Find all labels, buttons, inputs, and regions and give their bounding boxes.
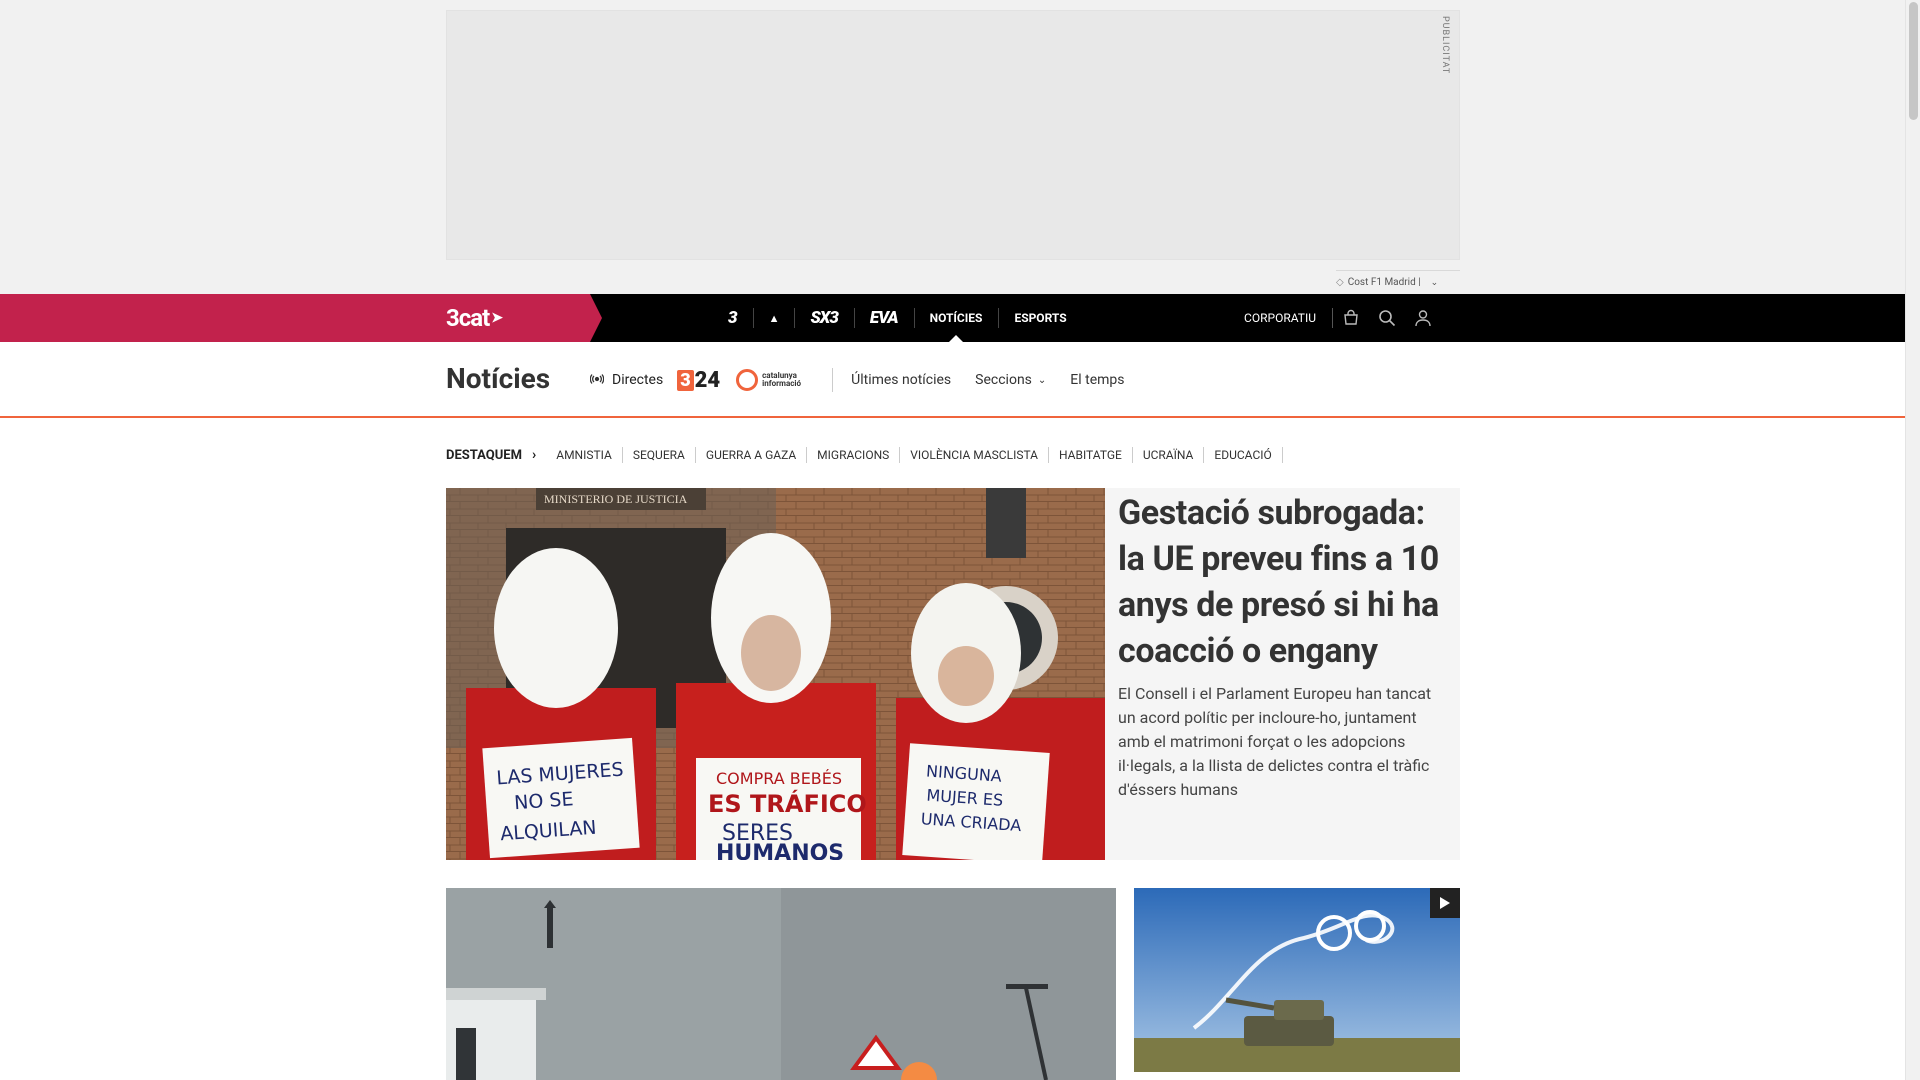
ci-ring-icon [736,369,759,391]
svg-text:COMPRA BEBÉS: COMPRA BEBÉS [716,769,842,788]
sign-ministerio: MINISTERIO DE JUSTICIA [544,492,688,506]
tv3-logo: 3 [728,308,738,328]
hero-image[interactable]: MINISTERIO DE JUSTICIA LAS MUJERES NO SE… [446,488,1105,860]
nav-seccions[interactable]: Seccions ⌄ [963,372,1058,388]
section-header: Notícies Directes 3 24 catalunya informac… [0,342,1905,418]
channel-esports-label: ESPORTS [1014,311,1067,325]
brand-block [0,294,602,342]
featured-topics-bar: DESTAQUEM › AMNISTIA SEQUERA GUERRA A GA… [446,444,1283,466]
topic-link[interactable]: UCRAÏNA [1133,447,1205,463]
nav-ultimes-noticies[interactable]: Últimes notícies [839,372,963,388]
ad-zone: PUBLICITAT ◇ Cost F1 Madrid | ⌄ [0,0,1905,294]
svg-text:NO SE: NO SE [513,788,574,814]
brand-arrow-icon: ➤ [491,310,503,326]
ad-banner[interactable] [446,10,1460,260]
logo-324-three: 3 [677,369,694,391]
logo-catalunya-informacio[interactable]: catalunya informació [736,368,834,392]
destaquem-text: DESTAQUEM [446,447,522,463]
live-icon [589,372,605,388]
ad-sponsor-text: Cost F1 Madrid | [1347,277,1421,288]
destaquem-label: DESTAQUEM › [446,447,536,463]
catradio-logo: ▲ [768,311,780,325]
ad-sponsor[interactable]: ◇ Cost F1 Madrid | ⌄ [1336,270,1460,290]
corporate-link[interactable]: CORPORATIU [1244,308,1333,328]
topic-link[interactable]: SEQUERA [623,447,696,463]
channel-eva[interactable]: EVA [853,294,914,342]
tag-icon: ◇ [1336,277,1344,288]
user-icon[interactable] [1405,294,1441,342]
sx3-logo: SX3 [810,308,838,328]
chevron-down-icon: ⌄ [1430,277,1439,288]
hero-article[interactable]: MINISTERIO DE JUSTICIA LAS MUJERES NO SE… [446,488,1460,860]
topic-link[interactable]: HABITATGE [1049,447,1133,463]
article-card-video[interactable] [1134,888,1460,1072]
scrollbar[interactable] [1905,0,1920,1080]
topic-link[interactable]: GUERRA A GAZA [696,447,808,463]
topic-link[interactable]: VIOLÈNCIA MASCLISTA [900,447,1049,463]
hero-headline[interactable]: Gestació subrogada: la UE preveu fins a … [1118,490,1448,674]
topic-link[interactable]: EDUCACIÓ [1204,447,1283,463]
svg-text:HUMANOS: HUMANOS [716,841,844,860]
logo-324[interactable]: 3 24 [677,368,720,393]
channel-noticies[interactable]: NOTÍCIES [913,294,999,342]
channel-esports[interactable]: ESPORTS [998,294,1082,342]
logo-324-text: 24 [694,367,721,393]
eva-logo: EVA [869,308,899,328]
directes-label: Directes [612,372,664,388]
channel-catradio[interactable]: ▲ [752,294,795,342]
topic-link[interactable]: MIGRACIONS [807,447,901,463]
nav-el-temps[interactable]: El temps [1058,372,1136,388]
channel-nav: 3 ▲ SX3 EVA NOTÍCIES ESPORTS [712,294,1083,342]
brand-logo[interactable]: 3cat ➤ [446,304,503,332]
hero-summary: El Consell i el Parlament Europeu han ta… [1118,684,1432,799]
channel-noticies-label: NOTÍCIES [929,311,983,325]
ad-label: PUBLICITAT [1440,16,1450,75]
shop-icon[interactable] [1333,294,1369,342]
channel-sx3[interactable]: SX3 [794,294,853,342]
top-right-tools: CORPORATIU [1244,294,1441,342]
logo-ci-text: catalunya informació [762,371,802,388]
chevron-right-icon: › [532,447,537,463]
article-card-image[interactable] [446,888,1116,1080]
hero-text: Gestació subrogada: la UE preveu fins a … [1118,490,1448,802]
play-icon[interactable] [1430,888,1460,918]
search-icon[interactable] [1369,294,1405,342]
chevron-down-icon: ⌄ [1037,374,1047,386]
directes-link[interactable]: Directes [589,372,671,388]
page-title: Notícies [446,362,551,395]
brand-logo-text: 3cat [446,304,490,332]
svg-text:ES TRÁFICO: ES TRÁFICO [708,789,867,818]
topic-link[interactable]: AMNISTIA [546,447,623,463]
section-nav: Directes 3 24 catalunya informació Últime… [589,360,1137,400]
top-navigation-bar: 3cat ➤ 3 ▲ SX3 EVA NOTÍCIES ESPORTS CORPO… [0,294,1905,342]
nav-seccions-label: Seccions [975,372,1032,388]
scrollbar-thumb[interactable] [1909,2,1918,120]
channel-tv3[interactable]: 3 [712,294,753,342]
